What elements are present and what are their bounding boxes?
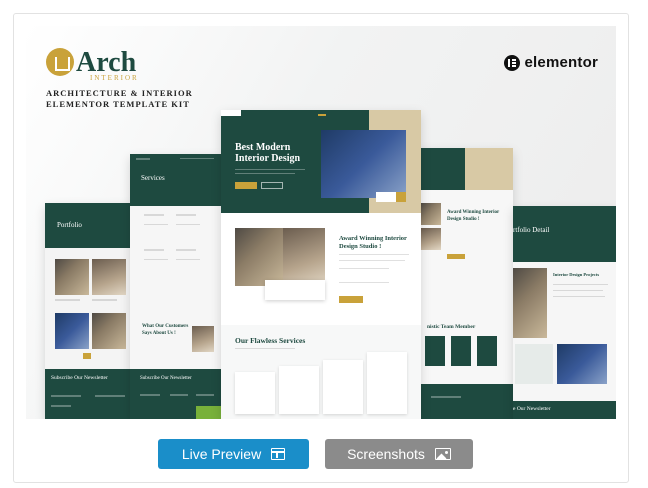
screenshots-label: Screenshots	[347, 446, 425, 462]
right-award-2: Design Studio !	[447, 217, 480, 222]
services-heading: Our Flawless Services	[235, 336, 306, 345]
portfolio-detail-title: rtfolio Detail	[513, 226, 550, 234]
template-preview-banner[interactable]: Arch INTERIOR ARCHITECTURE & INTERIOR EL…	[26, 26, 616, 419]
image-icon	[434, 448, 451, 460]
live-preview-label: Live Preview	[181, 446, 262, 462]
right-newsletter: e Our Newsletter	[513, 406, 551, 412]
right-award-1: Award Winning Interior	[447, 210, 500, 215]
tagline: ARCHITECTURE & INTERIOR ELEMENTOR TEMPLA…	[46, 88, 193, 110]
tagline-line-1: ARCHITECTURE & INTERIOR	[46, 88, 193, 98]
award-heading-1: Award Winning Interior	[339, 235, 407, 242]
portfolio-title: Portfolio	[57, 221, 82, 229]
team-heading: nistic Team Member	[427, 324, 476, 330]
elementor-icon	[503, 54, 520, 71]
award-heading-2: Design Studio !	[339, 243, 382, 250]
interior-projects-heading: Interior Design Projects	[553, 272, 600, 277]
arch-logo: Arch INTERIOR ARCHITECTURE & INTERIOR EL…	[46, 48, 193, 110]
live-preview-button[interactable]: Live Preview	[158, 439, 309, 469]
screenshots-button[interactable]: Screenshots	[325, 439, 473, 469]
logo-text: Arch	[76, 47, 137, 78]
newsletter-heading: Subscribe Our Newsletter	[140, 376, 192, 381]
services-title: Services	[141, 174, 165, 182]
team-page-mockup: Award Winning Interior Design Studio ! n…	[417, 148, 513, 419]
logo-subtext: INTERIOR	[90, 74, 139, 82]
customers-heading-1: What Our Customers	[142, 324, 189, 329]
elementor-logo: elementor	[503, 54, 599, 71]
customers-heading-2: Says About Us !	[142, 331, 176, 336]
tagline-line-2: ELEMENTOR TEMPLATE KIT	[46, 99, 190, 109]
hero-title-2: Interior Design	[235, 153, 301, 164]
elementor-wordmark: elementor	[524, 54, 598, 71]
home-page-mockup: Best Modern Interior Design Award Winnin…	[221, 110, 421, 419]
newsletter-heading-left: Subscribe Our Newsletter	[51, 375, 108, 381]
portfolio-detail-mockup: rtfolio Detail Interior Design Projects …	[513, 206, 616, 419]
house-logo-icon	[46, 48, 74, 76]
layout-icon	[271, 448, 286, 460]
hero-title-1: Best Modern	[235, 142, 291, 153]
portfolio-page-mockup: Portfolio Subscribe Our Newsletter	[45, 203, 135, 419]
services-page-mockup: Services What Our Customers Says About U…	[130, 154, 222, 419]
